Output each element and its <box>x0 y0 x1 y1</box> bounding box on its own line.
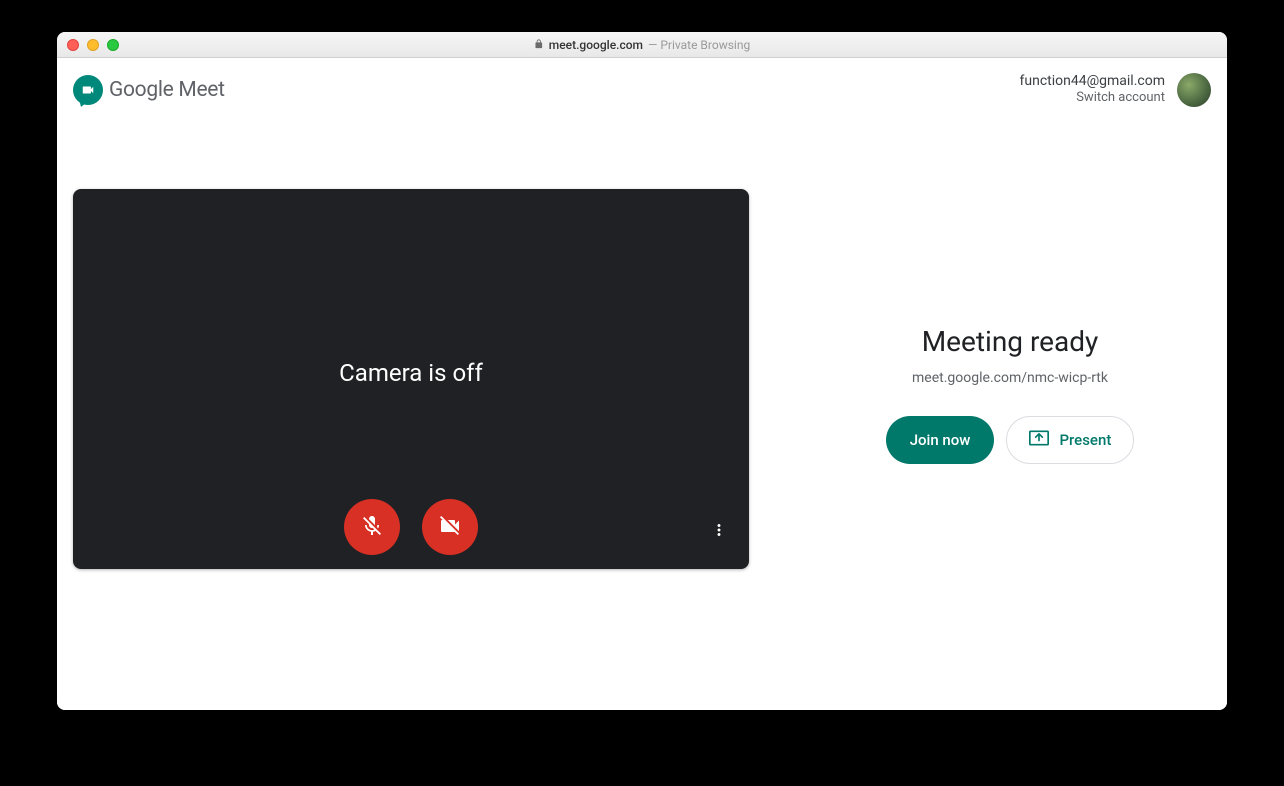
address-bar[interactable]: meet.google.com — Private Browsing <box>534 38 750 52</box>
present-button-label: Present <box>1059 431 1111 449</box>
page-header: Google Meet function44@gmail.com Switch … <box>57 58 1227 117</box>
product-name-meet: Meet <box>178 78 224 102</box>
titlebar: meet.google.com — Private Browsing <box>57 32 1227 58</box>
join-now-button[interactable]: Join now <box>886 416 995 464</box>
window-controls <box>67 39 119 51</box>
browser-window: meet.google.com — Private Browsing Googl… <box>57 32 1227 710</box>
microphone-toggle-button[interactable] <box>344 499 400 555</box>
present-icon <box>1029 430 1049 450</box>
meeting-info-panel: Meeting ready meet.google.com/nmc-wicp-r… <box>809 189 1211 569</box>
close-window-button[interactable] <box>67 39 79 51</box>
preview-controls <box>344 499 478 555</box>
account-text: function44@gmail.com Switch account <box>1020 72 1166 107</box>
mic-off-icon <box>360 514 384 541</box>
meeting-title: Meeting ready <box>922 325 1099 358</box>
fullscreen-window-button[interactable] <box>107 39 119 51</box>
lock-icon <box>534 38 544 52</box>
switch-account-link[interactable]: Switch account <box>1020 90 1166 107</box>
meet-logo-icon <box>73 75 103 105</box>
account-block: function44@gmail.com Switch account <box>1020 72 1212 107</box>
meeting-url: meet.google.com/nmc-wicp-rtk <box>912 370 1108 386</box>
minimize-window-button[interactable] <box>87 39 99 51</box>
more-options-button[interactable] <box>703 515 735 547</box>
camera-off-icon <box>438 514 462 541</box>
product-name: Google Meet <box>109 78 225 102</box>
camera-toggle-button[interactable] <box>422 499 478 555</box>
avatar[interactable] <box>1177 73 1211 107</box>
account-email: function44@gmail.com <box>1020 72 1166 90</box>
url-domain: meet.google.com <box>549 38 643 52</box>
present-button[interactable]: Present <box>1006 416 1134 464</box>
camera-status-text: Camera is off <box>339 359 483 387</box>
page-content: Google Meet function44@gmail.com Switch … <box>57 58 1227 710</box>
product-name-google: Google <box>109 78 178 102</box>
main-area: Camera is off <box>57 189 1227 569</box>
video-preview: Camera is off <box>73 189 749 569</box>
meeting-actions: Join now Present <box>886 416 1135 464</box>
more-vert-icon <box>710 521 728 542</box>
logo-block[interactable]: Google Meet <box>73 75 225 105</box>
url-suffix: — Private Browsing <box>648 38 750 52</box>
